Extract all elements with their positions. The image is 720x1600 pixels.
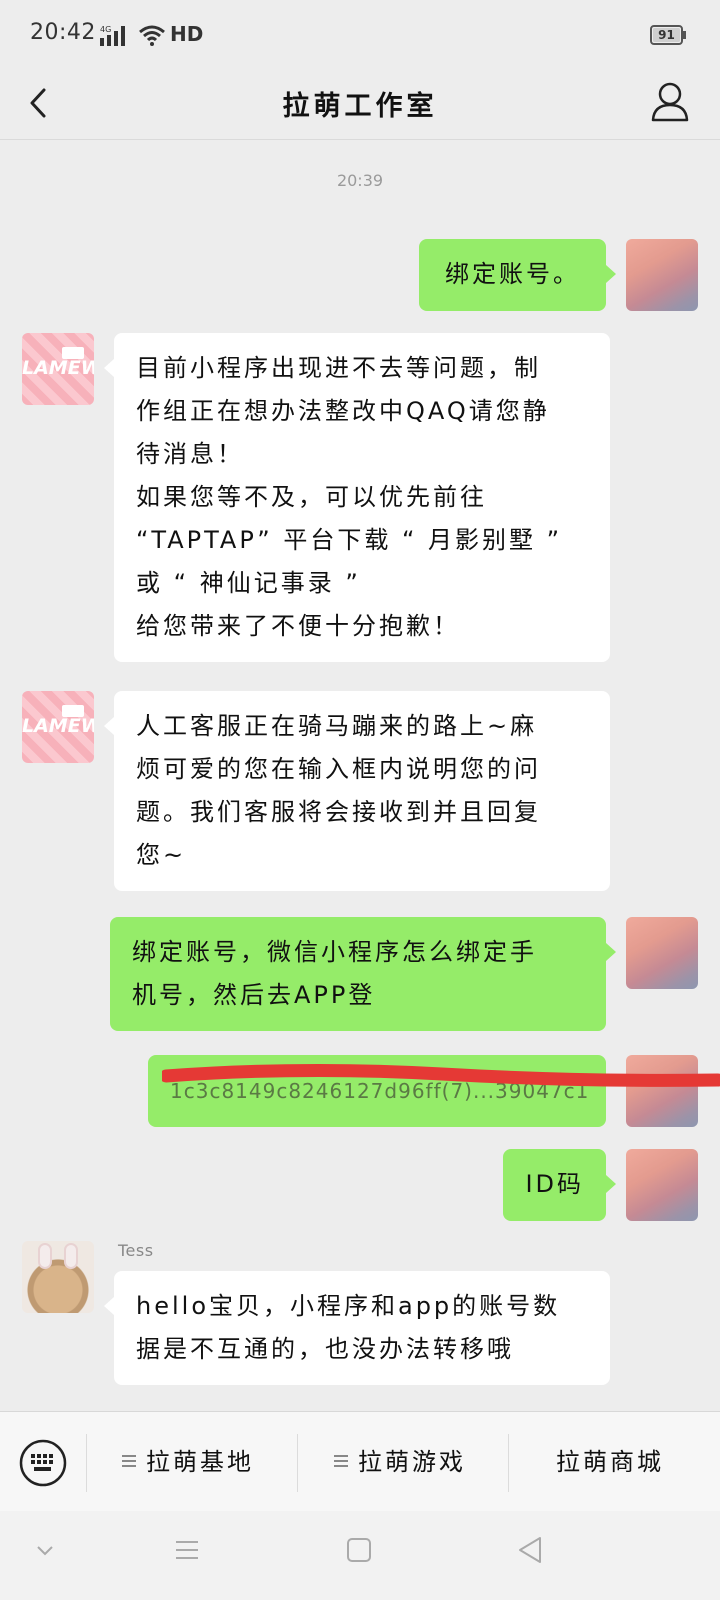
menu-item-lamen-store[interactable]: 拉萌商城 [556, 1442, 664, 1482]
official-account-menu: 拉萌基地 拉萌游戏 拉萌商城 [0, 1411, 720, 1511]
submenu-lines-icon [122, 1455, 136, 1467]
message-bubble-sent[interactable]: 绑定账号。 [419, 239, 616, 311]
my-avatar[interactable] [626, 917, 698, 989]
network-type-label: 4G [100, 25, 111, 34]
menu-item-lamen-games[interactable]: 拉萌游戏 [334, 1442, 466, 1482]
message-bubble-received[interactable]: hello宝贝，小程序和app的账号数 据是不互通的，也没办法转移哦 [104, 1271, 610, 1385]
hd-indicator: HD [170, 22, 204, 46]
message-bubble-sent[interactable]: 绑定账号，微信小程序怎么绑定手 机号，然后去APP登 [110, 917, 616, 1031]
chat-title: 拉萌工作室 [282, 91, 438, 122]
message-bubble-received[interactable]: 目前小程序出现进不去等问题，制 作组正在想办法整改中QAQ请您静 待消息！ 如果… [104, 333, 610, 662]
menu-item-lamen-base[interactable]: 拉萌基地 [122, 1442, 254, 1482]
menu-lines-icon[interactable] [174, 1537, 200, 1563]
keyboard-icon[interactable] [18, 1438, 68, 1488]
menu-divider [297, 1434, 298, 1492]
menu-item-label: 拉萌游戏 [358, 1448, 466, 1476]
message-list[interactable]: 20:39 绑定账号。 LAMEW 目前小程序出现进不去等问题，制 作组正在想办… [0, 141, 720, 1411]
message-bubble-received[interactable]: 人工客服正在骑马蹦来的路上~麻 烦可爱的您在输入框内说明您的问 题。我们客服将会… [104, 691, 610, 891]
submenu-lines-icon [334, 1455, 348, 1467]
system-navigation-bar [0, 1511, 720, 1600]
menu-divider [508, 1434, 509, 1492]
brand-logo-icon: LAMEW [22, 357, 94, 379]
message-bubble-sent[interactable]: ID码 [503, 1149, 616, 1221]
person-icon[interactable] [650, 80, 690, 124]
message-timestamp: 20:39 [336, 171, 384, 190]
menu-divider [86, 1434, 87, 1492]
agent-avatar[interactable] [22, 1241, 94, 1313]
brand-logo-icon: LAMEW [22, 715, 94, 737]
menu-item-label: 拉萌基地 [146, 1448, 254, 1476]
bunny-ear-icon [64, 1243, 78, 1269]
status-bar: 20:42 4G HD 91 [0, 0, 720, 70]
menu-item-label: 拉萌商城 [556, 1448, 664, 1476]
cellular-signal-icon: 4G [100, 25, 125, 46]
my-avatar[interactable] [626, 1149, 698, 1221]
chevron-down-icon[interactable] [34, 1539, 56, 1561]
battery-level: 91 [658, 28, 675, 42]
official-account-avatar[interactable]: LAMEW [22, 333, 94, 405]
chat-header: 拉萌工作室 [0, 70, 720, 140]
official-account-avatar[interactable]: LAMEW [22, 691, 94, 763]
home-square-icon[interactable] [346, 1537, 372, 1563]
sender-name: Tess [118, 1241, 154, 1260]
back-triangle-icon[interactable] [516, 1535, 544, 1565]
wifi-icon [139, 25, 165, 46]
my-avatar[interactable] [626, 239, 698, 311]
bunny-ear-icon [38, 1243, 52, 1269]
status-time: 20:42 [30, 20, 96, 45]
redaction-scribble [162, 1063, 720, 1087]
